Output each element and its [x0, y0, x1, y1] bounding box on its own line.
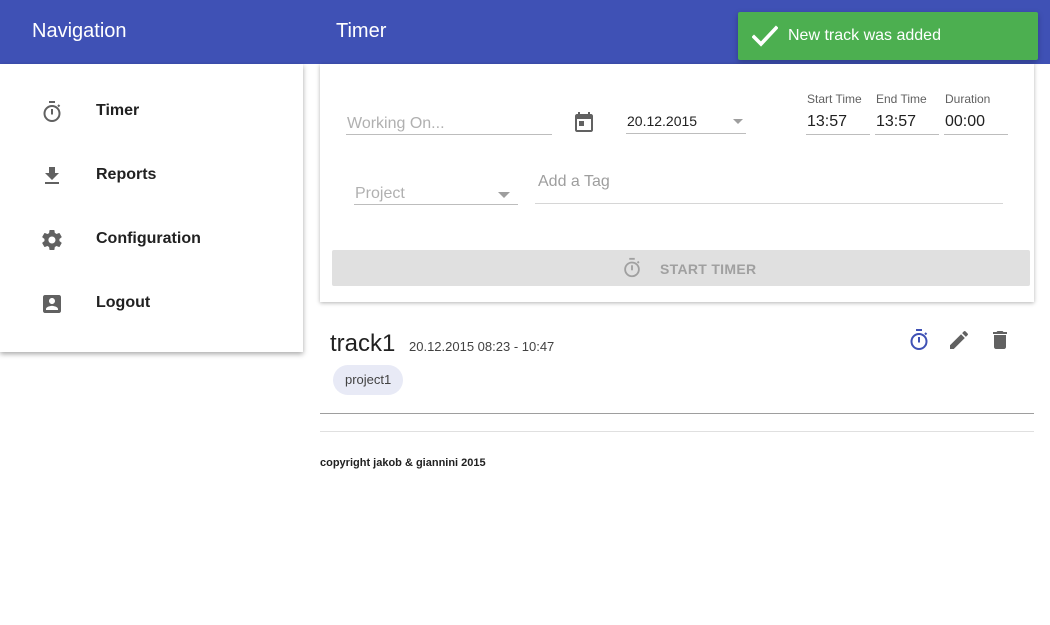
end-time-field[interactable]: 13:57	[875, 110, 939, 136]
sidebar-item-label: Timer	[96, 102, 140, 119]
track-divider	[320, 413, 1034, 414]
end-time-label: End Time	[876, 92, 927, 106]
chevron-down-icon	[498, 192, 510, 198]
stopwatch-icon	[624, 257, 640, 278]
project-underline	[354, 204, 518, 205]
start-timer-label: START TIMER	[660, 261, 757, 277]
sidebar-item-label: Logout	[96, 294, 151, 311]
start-time-label: Start Time	[807, 92, 862, 106]
sidebar-item-reports[interactable]: Reports	[0, 144, 303, 208]
duration-value: 00:00	[945, 113, 986, 130]
working-on-underline	[346, 134, 552, 135]
date-select[interactable]: 20.12.2015	[626, 110, 746, 136]
add-tag-underline	[535, 203, 1003, 204]
calendar-icon[interactable]	[572, 110, 596, 134]
working-on-placeholder: Working On...	[347, 115, 445, 132]
sidebar: Timer Reports Configuration Logout	[0, 64, 303, 352]
pencil-icon[interactable]	[947, 328, 971, 352]
date-underline	[626, 133, 746, 134]
download-icon	[45, 167, 59, 184]
account-box-icon	[43, 295, 61, 313]
start-time-value: 13:57	[807, 113, 848, 130]
sidebar-item-timer[interactable]: Timer	[0, 80, 303, 144]
footer-divider	[320, 431, 1034, 432]
project-select[interactable]: Project	[354, 182, 518, 206]
timer-form-card: Working On... 20.12.2015 Start Time 13:5…	[320, 64, 1034, 302]
sidebar-item-label: Configuration	[96, 230, 201, 247]
toast-message: New track was added	[788, 27, 941, 44]
duration-underline	[944, 134, 1008, 135]
stopwatch-icon	[43, 101, 61, 122]
sidebar-item-configuration[interactable]: Configuration	[0, 208, 303, 272]
date-value: 20.12.2015	[627, 113, 698, 129]
duration-field[interactable]: 00:00	[944, 110, 1008, 136]
end-time-underline	[875, 134, 939, 135]
project-chip[interactable]: project1	[333, 365, 404, 395]
sidebar-item-label: Reports	[96, 166, 157, 183]
check-icon	[752, 25, 778, 47]
nav-title: Navigation	[32, 20, 127, 42]
page-title: Timer	[336, 20, 387, 42]
add-tag-placeholder: Add a Tag	[538, 173, 610, 190]
project-placeholder: Project	[355, 185, 405, 202]
end-time-value: 13:57	[876, 113, 917, 130]
working-on-input[interactable]: Working On...	[346, 110, 552, 136]
track-name: track1	[330, 330, 396, 357]
start-timer-button[interactable]: START TIMER	[332, 250, 1030, 286]
toast-notification: New track was added	[738, 12, 1038, 60]
sidebar-item-logout[interactable]: Logout	[0, 272, 303, 336]
add-tag-input[interactable]: Add a Tag	[535, 170, 1003, 206]
start-time-underline	[806, 134, 870, 135]
copyright-text: copyright jakob & giannini 2015	[320, 457, 486, 469]
track-time: 20.12.2015 08:23 - 10:47	[409, 339, 555, 354]
chevron-down-icon	[733, 119, 743, 124]
start-time-field[interactable]: 13:57	[806, 110, 870, 136]
duration-label: Duration	[945, 92, 991, 106]
gear-icon	[42, 230, 62, 251]
trash-icon[interactable]	[988, 328, 1012, 352]
stopwatch-icon[interactable]	[907, 328, 931, 352]
